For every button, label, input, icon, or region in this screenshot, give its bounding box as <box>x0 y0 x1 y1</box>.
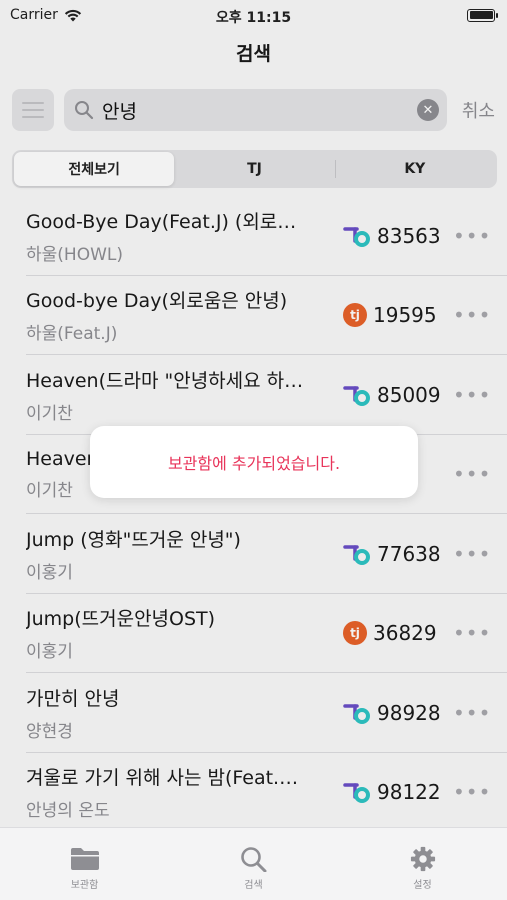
song-number: 83563 <box>377 223 441 248</box>
song-artist: 하울(Feat.J) <box>26 324 118 345</box>
segment-tj[interactable]: TJ <box>174 152 334 186</box>
tab-library-label: 보관함 <box>70 880 99 891</box>
carrier-label: Carrier <box>10 7 58 23</box>
tab-library[interactable]: 보관함 <box>0 828 169 900</box>
gear-icon <box>410 846 435 872</box>
song-artist: 하울(HOWL) <box>26 244 123 265</box>
wifi-icon <box>64 9 81 21</box>
song-info: Good-Bye Day(Feat.J) (외로움은 안녕) 하울(HOWL) <box>26 207 343 265</box>
song-artist: 이기찬 <box>26 403 73 424</box>
brand-segmented-control: 전체보기 TJ KY <box>12 150 497 188</box>
song-number-group: 98122 <box>343 780 453 804</box>
tab-search[interactable]: 검색 <box>169 828 338 900</box>
song-number-group: 85009 <box>343 383 453 407</box>
segment-all[interactable]: 전체보기 <box>14 152 175 186</box>
song-row[interactable]: 겨울로 가기 위해 사는 밤(Feat.안녕의 온도) 안녕의 온도 98122 ••… <box>0 753 507 833</box>
song-number: 85009 <box>377 382 441 407</box>
song-artist: 양현경 <box>26 721 73 742</box>
song-row[interactable]: Good-bye Day(외로움은 안녕) 하울(Feat.J) tj 19595 ••… <box>0 276 507 356</box>
song-number-group: 77638 <box>343 542 453 566</box>
toast-message: 보관함에 추가되었습니다. <box>90 426 418 498</box>
status-left: Carrier <box>10 7 82 23</box>
tj-logo-icon: tj <box>343 303 367 328</box>
ky-logo-icon <box>343 783 370 804</box>
song-number-group: 83563 <box>343 224 453 248</box>
cancel-button[interactable]: 취소 <box>457 97 495 123</box>
search-icon <box>240 847 266 872</box>
search-icon <box>75 101 94 120</box>
tj-logo-icon: tj <box>343 621 367 646</box>
tab-bar: 보관함 검색 설정 <box>0 827 507 900</box>
song-number-group: tj 19595 <box>343 303 453 328</box>
filter-icon-line <box>22 109 44 111</box>
more-options-button[interactable]: ••• <box>453 224 490 248</box>
song-title: 가만히 안녕 <box>26 687 120 710</box>
ky-logo-icon <box>343 704 370 724</box>
song-title: Good-Bye Day(Feat.J) (외로움은 안녕) <box>26 210 306 233</box>
song-number: 36829 <box>373 621 437 646</box>
song-title: Good-bye Day(외로움은 안녕) <box>26 290 288 313</box>
battery-icon <box>467 8 498 22</box>
more-options-button[interactable]: ••• <box>453 303 490 327</box>
song-title: Jump(뜨거운안녕OST) <box>26 608 216 631</box>
song-title: 겨울로 가기 위해 사는 밤(Feat.안녕의 온도) <box>26 767 306 790</box>
status-bar: Carrier 오후 11:15 <box>0 0 507 30</box>
song-row[interactable]: 가만히 안녕양현경 98928 ••• <box>0 673 507 753</box>
song-row[interactable]: Good-Bye Day(Feat.J) (외로움은 안녕) 하울(HOWL) 83… <box>0 196 507 276</box>
clear-search-button[interactable]: ✕ <box>417 99 439 121</box>
more-options-button[interactable]: ••• <box>453 780 490 804</box>
tab-settings-label: 설정 <box>413 880 432 891</box>
song-list: Good-Bye Day(Feat.J) (외로움은 안녕) 하울(HOWL) 83… <box>0 196 507 832</box>
song-row[interactable]: Heaven(드라마 "안녕하세요 하나님") 이기찬 85009 ••• <box>0 355 507 435</box>
more-options-button[interactable]: ••• <box>453 621 490 645</box>
filter-icon-line <box>22 102 44 104</box>
tab-settings[interactable]: 설정 <box>338 828 507 900</box>
song-info: 겨울로 가기 위해 사는 밤(Feat.안녕의 온도) 안녕의 온도 <box>26 763 343 821</box>
filter-icon-line <box>22 116 44 118</box>
song-info: Jump (영화"뜨거운 안녕") 이홍기 <box>26 525 343 583</box>
song-title: Jump (영화"뜨거운 안녕") <box>26 528 241 551</box>
search-input[interactable] <box>102 99 409 121</box>
filter-button[interactable] <box>12 89 54 131</box>
song-info: Good-bye Day(외로움은 안녕) 하울(Feat.J) <box>26 286 343 344</box>
song-number: 19595 <box>373 303 437 328</box>
song-number: 98122 <box>377 780 441 805</box>
song-row[interactable]: Jump (영화"뜨거운 안녕") 이홍기 77638 ••• <box>0 514 507 594</box>
song-number: 98928 <box>377 700 441 725</box>
search-box[interactable]: ✕ <box>64 89 447 131</box>
ky-logo-icon <box>343 545 370 565</box>
more-options-button[interactable]: ••• <box>453 701 490 725</box>
song-artist: 이홍기 <box>26 562 73 583</box>
song-info: 가만히 안녕양현경 <box>26 684 343 742</box>
segment-ky[interactable]: KY <box>334 152 495 186</box>
song-artist: 이홍기 <box>26 642 73 663</box>
song-number-group: 98928 <box>343 701 453 725</box>
song-info: Heaven(드라마 "안녕하세요 하나님") 이기찬 <box>26 366 343 424</box>
more-options-button[interactable]: ••• <box>453 542 490 566</box>
more-options-button[interactable]: ••• <box>453 383 490 407</box>
song-row[interactable]: Jump(뜨거운안녕OST) 이홍기 tj 36829 ••• <box>0 594 507 674</box>
song-number-group: tj 36829 <box>343 621 453 646</box>
ky-logo-icon <box>343 386 370 406</box>
more-options-button[interactable]: ••• <box>453 462 490 486</box>
song-number: 77638 <box>377 541 441 566</box>
folder-icon <box>70 848 99 870</box>
page-title: 검색 <box>236 42 271 65</box>
ky-logo-icon <box>343 227 370 247</box>
song-info: Jump(뜨거운안녕OST) 이홍기 <box>26 604 343 662</box>
song-title: Heaven(드라마 "안녕하세요 하나님") <box>26 369 306 392</box>
search-row: ✕ 취소 <box>0 74 507 136</box>
song-artist: 안녕의 온도 <box>26 801 110 822</box>
tab-search-label: 검색 <box>244 880 263 891</box>
